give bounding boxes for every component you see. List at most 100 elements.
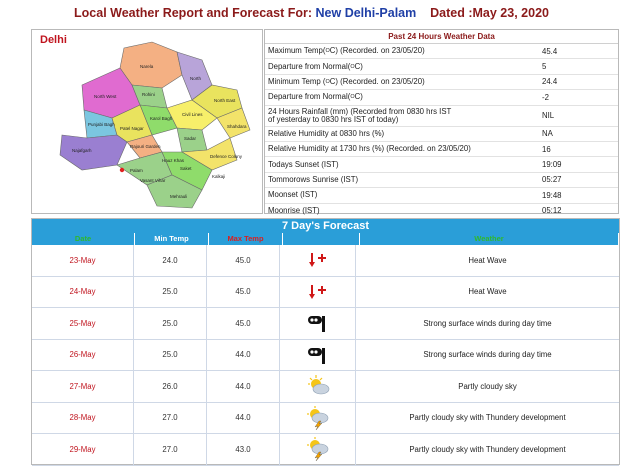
title-location: New Delhi-Palam xyxy=(315,6,417,20)
label-part: Maximum Temp( xyxy=(268,46,326,56)
weather-data-row: Minimum Temp (O C) (Recorded. on 23/05/20… xyxy=(265,75,618,91)
label-part: Todays Sunset (IST) xyxy=(268,159,339,169)
header-max-temp: Max Temp xyxy=(209,233,283,245)
forecast-weather: Heat Wave xyxy=(468,255,507,265)
past-24-hours-title: Past 24 Hours Weather Data xyxy=(265,30,618,44)
map-label: Kalkaji xyxy=(212,174,225,179)
weather-data-row: Moonrise (IST) 05:12 xyxy=(265,204,618,219)
forecast-title: 7 Day's Forecast xyxy=(32,219,619,233)
forecast-row: 27-May 26.0 44.0 Partly cloudy sky xyxy=(32,371,619,403)
map-label: Shahdara xyxy=(227,124,247,129)
map-label: Sadar xyxy=(184,136,197,141)
weather-data-value: -2 xyxy=(542,92,549,102)
forecast-weather: Partly cloudy sky xyxy=(458,381,517,391)
weather-data-value: 5 xyxy=(542,62,547,72)
weather-data-row: Tommorows Sunrise (IST) 05:27 xyxy=(265,173,618,189)
weather-data-row: Moonset (IST) 19:48 xyxy=(265,188,618,204)
label-part: Minimum Temp ( xyxy=(268,76,326,86)
forecast-row: 28-May 27.0 44.0 Partly cloudy sky with Thu… xyxy=(32,402,619,434)
weather-data-row: Relative Humidity at 1730 hrs (%) (Recor… xyxy=(265,142,618,158)
forecast-date: 27-May xyxy=(32,371,134,402)
map-label: North East xyxy=(214,98,236,103)
weather-data-row: Maximum Temp(O C) (Recorded. on 23/05/20)… xyxy=(265,44,618,60)
forecast-row: 24-May 25.0 45.0 Heat Wave xyxy=(32,276,619,308)
forecast-max-temp: 44.0 xyxy=(207,371,280,402)
map-label: North xyxy=(190,76,202,81)
map-label: Karol Bagh xyxy=(150,116,173,121)
map-label: Rajouri Garden xyxy=(130,144,161,149)
forecast-min-temp: 27.0 xyxy=(134,402,207,433)
title-date: Dated :May 23, 2020 xyxy=(430,6,549,20)
weather-data-row: 24 Hours Rainfall (mm) (Recorded from 08… xyxy=(265,106,618,127)
forecast-row: 26-May 25.0 44.0 Strong surface winds durin… xyxy=(32,339,619,371)
strong-wind-icon xyxy=(280,339,356,370)
forecast-weather: Partly cloudy sky with Thundery developm… xyxy=(409,413,566,423)
map-label: Saket xyxy=(180,166,192,171)
map-title: Delhi xyxy=(40,34,67,46)
map-label: Punjabi Bagh xyxy=(88,122,115,127)
weather-data-row: Todays Sunset (IST) 19:09 xyxy=(265,157,618,173)
weather-data-row: Departure from Normal(O C) -2 xyxy=(265,90,618,106)
weather-data-row: Relative Humidity at 0830 hrs (%) NA xyxy=(265,127,618,142)
map-label: Hauz Khas xyxy=(162,158,185,163)
heat-wave-icon xyxy=(280,245,356,276)
weather-data-label: 24 Hours Rainfall (mm) (Recorded from 08… xyxy=(265,106,538,126)
map-label: Palam xyxy=(130,168,143,173)
past-24-hours-panel: Past 24 Hours Weather Data Maximum Temp(… xyxy=(264,29,619,219)
forecast-min-temp: 25.0 xyxy=(134,308,207,339)
forecast-row: 25-May 25.0 45.0 Strong surface winds durin… xyxy=(32,308,619,340)
map-label: Mehrauli xyxy=(170,194,187,199)
weather-data-label: Maximum Temp(O C) (Recorded. on 23/05/20) xyxy=(265,44,538,58)
delhi-map: Narela North West North Rohini Shahdara … xyxy=(31,29,263,214)
forecast-min-temp: 26.0 xyxy=(134,371,207,402)
title-prefix: Local Weather Report and Forecast For: xyxy=(74,6,313,20)
map-label: Narela xyxy=(140,64,154,69)
label-part: Moonset (IST) xyxy=(268,190,318,200)
label-line-2: of yesterday to 0830 hrs IST of today) xyxy=(268,114,399,124)
map-label: Defence Colony xyxy=(210,154,243,159)
forecast-date: 26-May xyxy=(32,339,134,370)
map-label: Vasant Vihar xyxy=(140,178,166,183)
weather-data-value: 24.4 xyxy=(542,77,558,87)
map-label: Civil Lines xyxy=(182,112,203,117)
weather-data-label: Moonset (IST) xyxy=(265,188,538,202)
weather-data-label: Todays Sunset (IST) xyxy=(265,157,538,171)
forecast-max-temp: 44.0 xyxy=(207,402,280,433)
weather-data-value: 16 xyxy=(542,144,551,154)
weather-data-label: Relative Humidity at 0830 hrs (%) xyxy=(265,127,538,141)
forecast-weather: Strong surface winds during day time xyxy=(423,318,552,328)
map-label: Rohini xyxy=(142,92,155,97)
heat-wave-icon xyxy=(280,276,356,307)
weather-data-label: Minimum Temp (O C) (Recorded. on 23/05/20… xyxy=(265,75,538,89)
forecast-weather: Strong surface winds during day time xyxy=(423,350,552,360)
forecast-weather: Heat Wave xyxy=(468,287,507,297)
forecast-row: 29-May 27.0 43.0 Partly cloudy sky with Thu… xyxy=(32,434,619,466)
strong-wind-icon xyxy=(280,308,356,339)
label-part: C) (Recorded. on 23/05/20) xyxy=(329,46,425,56)
forecast-date: 29-May xyxy=(32,434,134,465)
header-min-temp: Min Temp xyxy=(135,233,209,245)
forecast-max-temp: 45.0 xyxy=(207,276,280,307)
label-part: C) (Recorded. on 23/05/20) xyxy=(329,76,425,86)
weather-data-label: Departure from Normal(O C) xyxy=(265,59,538,73)
forecast-row: 23-May 24.0 45.0 Heat Wave xyxy=(32,245,619,277)
map-label: North West xyxy=(94,94,117,99)
forecast-date: 25-May xyxy=(32,308,134,339)
forecast-min-temp: 25.0 xyxy=(134,339,207,370)
header-icon xyxy=(283,233,360,245)
weather-data-label: Moonrise (IST) xyxy=(265,204,538,218)
forecast-min-temp: 25.0 xyxy=(134,276,207,307)
label-part: Relative Humidity at 0830 hrs (%) xyxy=(268,128,385,138)
forecast-max-temp: 45.0 xyxy=(207,245,280,276)
weather-data-value: NA xyxy=(542,129,553,139)
forecast-max-temp: 43.0 xyxy=(207,434,280,465)
label-part: C) xyxy=(354,92,363,102)
weather-data-label: Departure from Normal(O C) xyxy=(265,90,538,104)
weather-data-value: 19:09 xyxy=(542,160,562,170)
delhi-map-svg: Narela North West North Rohini Shahdara … xyxy=(59,41,251,209)
map-label: Patel Nagar xyxy=(120,126,144,131)
label-part: Tommorows Sunrise (IST) xyxy=(268,174,359,184)
forecast-panel: 7 Day's Forecast Date Min Temp Max Temp … xyxy=(31,218,620,466)
label-part: Relative Humidity at 1730 hrs (%) (Recor… xyxy=(268,144,471,154)
palam-marker-icon xyxy=(119,167,125,173)
